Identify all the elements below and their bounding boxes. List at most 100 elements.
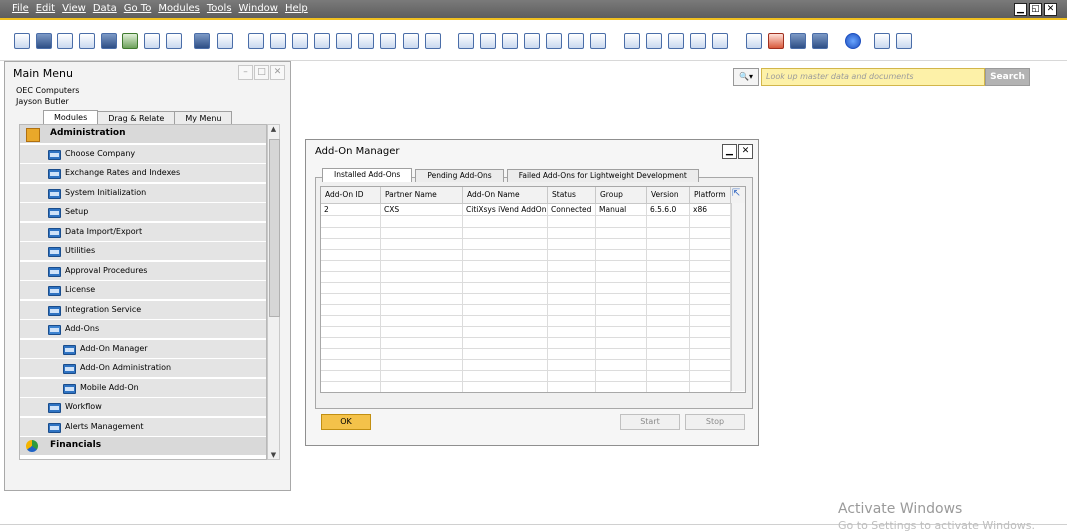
menu-file[interactable]: File [12, 3, 29, 14]
column-header[interactable]: Version [647, 187, 690, 203]
base-document-icon[interactable] [458, 33, 474, 49]
tab-installed-add-ons[interactable]: Installed Add-Ons [322, 168, 413, 182]
menu-modules[interactable]: Modules [158, 3, 200, 14]
settings-icon[interactable] [590, 33, 606, 49]
expand-icon[interactable]: ⇱ [732, 189, 742, 199]
restore-button[interactable]: ◱ [1029, 3, 1042, 16]
column-header[interactable]: Platform [690, 187, 731, 203]
scroll-up-icon[interactable]: ▲ [268, 125, 279, 133]
table-scrollbar[interactable] [731, 203, 745, 391]
menu-item-label: System Initialization [65, 187, 147, 197]
menu-item-choose-company[interactable]: Choose Company [20, 144, 266, 164]
tab-pending-add-ons[interactable]: Pending Add-Ons [415, 169, 504, 182]
maximize-button[interactable]: □ [254, 65, 269, 80]
menu-data[interactable]: Data [93, 3, 117, 14]
gross-profit-icon[interactable] [546, 33, 562, 49]
empty-table-row[interactable] [321, 381, 731, 392]
org-chart-icon[interactable] [812, 33, 828, 49]
approve-icon[interactable] [668, 33, 684, 49]
scrollbar-thumb[interactable] [269, 139, 280, 317]
menu-item-add-on-administration[interactable]: Add-On Administration [20, 359, 266, 378]
menu-view[interactable]: View [62, 3, 86, 14]
window-icon[interactable] [874, 33, 890, 49]
menu-item-alerts-management[interactable]: Alerts Management [20, 417, 266, 437]
report-icon[interactable] [790, 33, 806, 49]
menu-item-data-import-export[interactable]: Data Import/Export [20, 222, 266, 242]
add-icon[interactable] [270, 33, 286, 49]
tab-failed-add-ons[interactable]: Failed Add-Ons for Lightweight Developme… [506, 169, 699, 182]
close-button[interactable]: ✕ [1044, 3, 1057, 16]
module-financials[interactable]: Financials [20, 437, 266, 456]
payment-means-icon[interactable] [524, 33, 540, 49]
menu-item-exchange-rates[interactable]: Exchange Rates and Indexes [20, 164, 266, 183]
menu-item-utilities[interactable]: Utilities [20, 242, 266, 261]
last-record-icon[interactable] [358, 33, 374, 49]
sms-icon[interactable] [79, 33, 95, 49]
stop-button[interactable]: Stop [685, 414, 745, 430]
menu-item-setup[interactable]: Setup [20, 203, 266, 222]
pdf-icon[interactable] [166, 33, 182, 49]
edit-icon[interactable] [624, 33, 640, 49]
menu-edit[interactable]: Edit [36, 3, 55, 14]
module-tree-scrollbar[interactable]: ▲ ▼ [267, 124, 280, 460]
refresh-icon[interactable] [380, 33, 396, 49]
alert-icon[interactable] [768, 33, 784, 49]
column-header[interactable]: Group [596, 187, 647, 203]
lock-screen-icon[interactable] [217, 33, 233, 49]
copy-icon[interactable] [646, 33, 662, 49]
word-icon[interactable] [144, 33, 160, 49]
chat-icon[interactable] [712, 33, 728, 49]
tab-modules[interactable]: Modules [43, 110, 99, 125]
find-icon[interactable] [248, 33, 264, 49]
search-scope-dropdown[interactable]: 🔍▾ [733, 68, 759, 86]
menu-item-add-ons[interactable]: Add-Ons [20, 320, 266, 339]
print-icon[interactable] [36, 33, 52, 49]
ok-button[interactable]: OK [321, 414, 371, 430]
menu-item-system-initialization[interactable]: System Initialization [20, 183, 266, 203]
menu-item-approval-procedures[interactable]: Approval Procedures [20, 261, 266, 281]
first-record-icon[interactable] [292, 33, 308, 49]
module-administration[interactable]: Administration [20, 125, 266, 144]
column-header[interactable]: Partner Name [381, 187, 463, 203]
calendar-icon[interactable] [746, 33, 762, 49]
menu-item-workflow[interactable]: Workflow [20, 398, 266, 417]
launch-app-icon[interactable] [194, 33, 210, 49]
messages-icon[interactable] [690, 33, 706, 49]
journal-icon[interactable] [502, 33, 518, 49]
preview-icon[interactable] [14, 33, 30, 49]
volume-weight-icon[interactable] [568, 33, 584, 49]
menu-window[interactable]: Window [239, 3, 278, 14]
menu-item-integration-service[interactable]: Integration Service [20, 300, 266, 320]
menu-help[interactable]: Help [285, 3, 308, 14]
close-button[interactable]: ✕ [738, 144, 753, 159]
previous-record-icon[interactable] [314, 33, 330, 49]
column-header[interactable]: Add-On Name [463, 187, 548, 203]
tab-drag-relate[interactable]: Drag & Relate [97, 111, 176, 125]
minimize-button[interactable]: – [238, 65, 253, 80]
column-header[interactable]: Add-On ID [321, 187, 381, 203]
email-icon[interactable] [57, 33, 73, 49]
help-icon[interactable] [845, 33, 861, 49]
menu-item-license[interactable]: License [20, 281, 266, 300]
column-header[interactable]: Status [548, 187, 596, 203]
window-tile-icon[interactable] [896, 33, 912, 49]
scroll-down-icon[interactable]: ▼ [268, 451, 279, 459]
search-input[interactable]: Look up master data and documents [761, 68, 985, 86]
fax-icon[interactable] [101, 33, 117, 49]
excel-icon[interactable] [122, 33, 138, 49]
filter-icon[interactable] [403, 33, 419, 49]
minimize-button[interactable]: ▁ [1014, 3, 1027, 16]
minimize-button[interactable]: ▁ [722, 144, 737, 159]
tab-my-menu[interactable]: My Menu [174, 111, 233, 125]
menu-item-mobile-add-on[interactable]: Mobile Add-On [20, 378, 266, 398]
target-document-icon[interactable] [480, 33, 496, 49]
close-button[interactable]: ✕ [270, 65, 285, 80]
start-button[interactable]: Start [620, 414, 680, 430]
next-record-icon[interactable] [336, 33, 352, 49]
search-button[interactable]: Search [985, 68, 1030, 86]
sort-icon[interactable] [425, 33, 441, 49]
table-row[interactable]: 2 CXS CitiXsys iVend AddOn Connected Man… [321, 204, 731, 216]
menu-item-add-on-manager[interactable]: Add-On Manager [20, 339, 266, 359]
menu-goto[interactable]: Go To [124, 3, 152, 14]
menu-tools[interactable]: Tools [207, 3, 232, 14]
